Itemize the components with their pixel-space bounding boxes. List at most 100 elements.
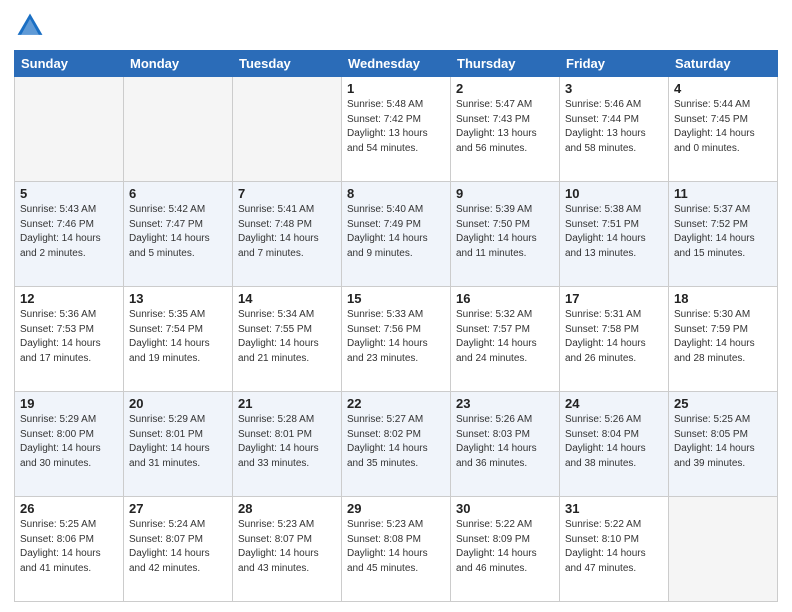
day-info: Sunrise: 5:28 AM Sunset: 8:01 PM Dayligh…: [238, 413, 336, 471]
calendar-cell: [233, 77, 342, 182]
day-info: Sunrise: 5:44 AM Sunset: 7:45 PM Dayligh…: [674, 98, 772, 156]
day-info: Sunrise: 5:32 AM Sunset: 7:57 PM Dayligh…: [456, 308, 554, 366]
day-number: 10: [565, 186, 663, 201]
day-info: Sunrise: 5:25 AM Sunset: 8:06 PM Dayligh…: [20, 518, 118, 576]
day-number: 24: [565, 396, 663, 411]
day-number: 6: [129, 186, 227, 201]
day-number: 8: [347, 186, 445, 201]
day-info: Sunrise: 5:29 AM Sunset: 8:00 PM Dayligh…: [20, 413, 118, 471]
calendar-cell: [669, 497, 778, 602]
calendar-cell: 24 Sunrise: 5:26 AM Sunset: 8:04 PM Dayli…: [560, 392, 669, 497]
calendar-cell: 29 Sunrise: 5:23 AM Sunset: 8:08 PM Dayli…: [342, 497, 451, 602]
calendar-cell: [124, 77, 233, 182]
day-info: Sunrise: 5:48 AM Sunset: 7:42 PM Dayligh…: [347, 98, 445, 156]
day-number: 30: [456, 501, 554, 516]
day-info: Sunrise: 5:37 AM Sunset: 7:52 PM Dayligh…: [674, 203, 772, 261]
day-info: Sunrise: 5:29 AM Sunset: 8:01 PM Dayligh…: [129, 413, 227, 471]
calendar-cell: 20 Sunrise: 5:29 AM Sunset: 8:01 PM Dayli…: [124, 392, 233, 497]
col-sunday: Sunday: [15, 51, 124, 77]
day-number: 13: [129, 291, 227, 306]
day-number: 28: [238, 501, 336, 516]
calendar-cell: 31 Sunrise: 5:22 AM Sunset: 8:10 PM Dayli…: [560, 497, 669, 602]
day-number: 22: [347, 396, 445, 411]
calendar-cell: 25 Sunrise: 5:25 AM Sunset: 8:05 PM Dayli…: [669, 392, 778, 497]
calendar-table: Sunday Monday Tuesday Wednesday Thursday…: [14, 50, 778, 602]
day-info: Sunrise: 5:30 AM Sunset: 7:59 PM Dayligh…: [674, 308, 772, 366]
day-number: 21: [238, 396, 336, 411]
calendar-cell: 11 Sunrise: 5:37 AM Sunset: 7:52 PM Dayli…: [669, 182, 778, 287]
day-number: 19: [20, 396, 118, 411]
day-info: Sunrise: 5:42 AM Sunset: 7:47 PM Dayligh…: [129, 203, 227, 261]
day-number: 4: [674, 81, 772, 96]
day-number: 12: [20, 291, 118, 306]
calendar-cell: 17Sunrise: 5:31 AM Sunset: 7:58 PM Dayli…: [560, 287, 669, 392]
day-info: Sunrise: 5:40 AM Sunset: 7:49 PM Dayligh…: [347, 203, 445, 261]
calendar-cell: 15 Sunrise: 5:33 AM Sunset: 7:56 PM Dayli…: [342, 287, 451, 392]
day-number: 18: [674, 291, 772, 306]
day-info: Sunrise: 5:25 AM Sunset: 8:05 PM Dayligh…: [674, 413, 772, 471]
day-info: Sunrise: 5:23 AM Sunset: 8:08 PM Dayligh…: [347, 518, 445, 576]
logo: [14, 10, 50, 42]
calendar-cell: 27 Sunrise: 5:24 AM Sunset: 8:07 PM Dayli…: [124, 497, 233, 602]
day-number: 23: [456, 396, 554, 411]
day-info: Sunrise: 5:22 AM Sunset: 8:10 PM Dayligh…: [565, 518, 663, 576]
day-info: Sunrise: 5:24 AM Sunset: 8:07 PM Dayligh…: [129, 518, 227, 576]
calendar-cell: 19 Sunrise: 5:29 AM Sunset: 8:00 PM Dayli…: [15, 392, 124, 497]
col-monday: Monday: [124, 51, 233, 77]
calendar-cell: 6 Sunrise: 5:42 AM Sunset: 7:47 PM Daylig…: [124, 182, 233, 287]
day-info: Sunrise: 5:27 AM Sunset: 8:02 PM Dayligh…: [347, 413, 445, 471]
header: [14, 10, 778, 42]
day-info: Sunrise: 5:46 AM Sunset: 7:44 PM Dayligh…: [565, 98, 663, 156]
calendar-cell: 12 Sunrise: 5:36 AM Sunset: 7:53 PM Dayli…: [15, 287, 124, 392]
col-saturday: Saturday: [669, 51, 778, 77]
calendar-cell: 1 Sunrise: 5:48 AM Sunset: 7:42 PM Daylig…: [342, 77, 451, 182]
calendar-cell: 22 Sunrise: 5:27 AM Sunset: 8:02 PM Dayli…: [342, 392, 451, 497]
calendar-cell: 28Sunrise: 5:23 AM Sunset: 8:07 PM Dayli…: [233, 497, 342, 602]
day-number: 14: [238, 291, 336, 306]
day-info: Sunrise: 5:34 AM Sunset: 7:55 PM Dayligh…: [238, 308, 336, 366]
day-number: 11: [674, 186, 772, 201]
col-friday: Friday: [560, 51, 669, 77]
day-number: 16: [456, 291, 554, 306]
day-number: 25: [674, 396, 772, 411]
day-number: 29: [347, 501, 445, 516]
day-info: Sunrise: 5:35 AM Sunset: 7:54 PM Dayligh…: [129, 308, 227, 366]
day-info: Sunrise: 5:26 AM Sunset: 8:03 PM Dayligh…: [456, 413, 554, 471]
calendar-cell: [15, 77, 124, 182]
header-row: Sunday Monday Tuesday Wednesday Thursday…: [15, 51, 778, 77]
day-number: 1: [347, 81, 445, 96]
col-tuesday: Tuesday: [233, 51, 342, 77]
calendar-cell: 26Sunrise: 5:25 AM Sunset: 8:06 PM Dayli…: [15, 497, 124, 602]
calendar-cell: 9 Sunrise: 5:39 AM Sunset: 7:50 PM Daylig…: [451, 182, 560, 287]
calendar-cell: 3 Sunrise: 5:46 AM Sunset: 7:44 PM Daylig…: [560, 77, 669, 182]
calendar-cell: 30Sunrise: 5:22 AM Sunset: 8:09 PM Dayli…: [451, 497, 560, 602]
calendar-cell: 4 Sunrise: 5:44 AM Sunset: 7:45 PM Daylig…: [669, 77, 778, 182]
calendar-cell: 13 Sunrise: 5:35 AM Sunset: 7:54 PM Dayli…: [124, 287, 233, 392]
logo-icon: [14, 10, 46, 42]
day-info: Sunrise: 5:41 AM Sunset: 7:48 PM Dayligh…: [238, 203, 336, 261]
day-number: 20: [129, 396, 227, 411]
day-info: Sunrise: 5:36 AM Sunset: 7:53 PM Dayligh…: [20, 308, 118, 366]
day-number: 27: [129, 501, 227, 516]
day-info: Sunrise: 5:33 AM Sunset: 7:56 PM Dayligh…: [347, 308, 445, 366]
day-number: 15: [347, 291, 445, 306]
day-number: 5: [20, 186, 118, 201]
calendar-cell: 8 Sunrise: 5:40 AM Sunset: 7:49 PM Daylig…: [342, 182, 451, 287]
calendar-cell: 23 Sunrise: 5:26 AM Sunset: 8:03 PM Dayli…: [451, 392, 560, 497]
day-info: Sunrise: 5:31 AM Sunset: 7:58 PM Dayligh…: [565, 308, 663, 366]
day-info: Sunrise: 5:43 AM Sunset: 7:46 PM Dayligh…: [20, 203, 118, 261]
day-number: 2: [456, 81, 554, 96]
col-thursday: Thursday: [451, 51, 560, 77]
calendar-cell: 14 Sunrise: 5:34 AM Sunset: 7:55 PM Dayli…: [233, 287, 342, 392]
day-info: Sunrise: 5:26 AM Sunset: 8:04 PM Dayligh…: [565, 413, 663, 471]
day-number: 31: [565, 501, 663, 516]
day-info: Sunrise: 5:38 AM Sunset: 7:51 PM Dayligh…: [565, 203, 663, 261]
day-number: 3: [565, 81, 663, 96]
day-number: 9: [456, 186, 554, 201]
page: Sunday Monday Tuesday Wednesday Thursday…: [0, 0, 792, 612]
calendar-cell: 21 Sunrise: 5:28 AM Sunset: 8:01 PM Dayli…: [233, 392, 342, 497]
calendar-cell: 10 Sunrise: 5:38 AM Sunset: 7:51 PM Dayli…: [560, 182, 669, 287]
day-info: Sunrise: 5:39 AM Sunset: 7:50 PM Dayligh…: [456, 203, 554, 261]
col-wednesday: Wednesday: [342, 51, 451, 77]
calendar-cell: 16 Sunrise: 5:32 AM Sunset: 7:57 PM Dayli…: [451, 287, 560, 392]
